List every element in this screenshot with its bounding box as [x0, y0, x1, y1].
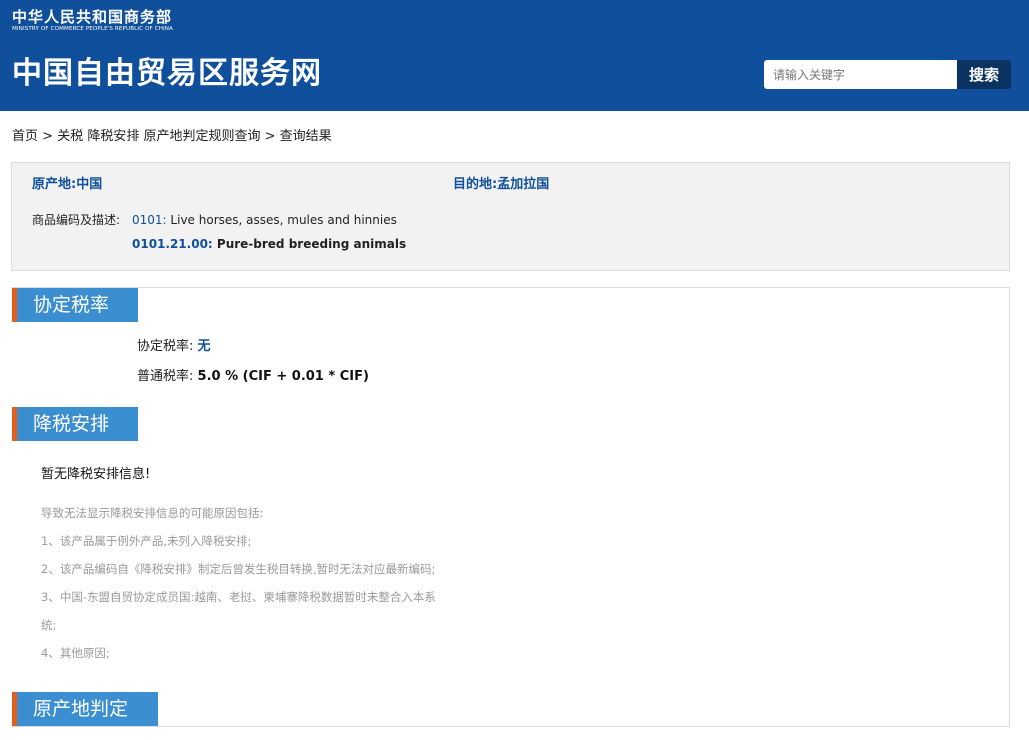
site-title[interactable]: 中国自由贸易区服务网: [12, 54, 322, 94]
general-rate-row: 普通税率: 5.0 % (CIF + 0.01 * CIF): [137, 368, 369, 386]
reason-item: 3、中国-东盟自贸协定成员国:越南、老挝、柬埔寨降税数据暂时未整合入本系: [41, 590, 436, 604]
destination-info: 目的地:孟加拉国: [453, 176, 549, 194]
search-input[interactable]: [764, 60, 957, 89]
search-button[interactable]: 搜索: [957, 60, 1011, 89]
reason-item: 2、该产品编码自《降税安排》制定后曾发生税目转换,暂时无法对应最新编码;: [41, 562, 436, 576]
reason-item: 统;: [41, 618, 57, 632]
heading-description: Live horses, asses, mules and hinnies: [170, 213, 397, 227]
agreed-rate-value: 无: [197, 339, 211, 354]
breadcrumb: 首页 > 关税 降税安排 原产地判定规则查询 > 查询结果: [12, 128, 332, 146]
reason-item: 4、其他原因;: [41, 646, 110, 660]
query-info-panel: 原产地:中国 目的地:孟加拉国 商品编码及描述: 0101: Live hors…: [11, 162, 1010, 271]
subheading-description: Pure-bred breeding animals: [216, 237, 407, 251]
ministry-name-cn: 中华人民共和国商务部: [12, 8, 173, 26]
destination-value: 孟加拉国: [497, 177, 550, 192]
destination-label: 目的地:: [453, 177, 498, 192]
breadcrumb-separator: >: [264, 129, 276, 144]
general-rate-label: 普通税率:: [137, 369, 194, 384]
breadcrumb-home[interactable]: 首页: [12, 129, 38, 144]
section-title-origin-determination: 原产地判定: [12, 692, 158, 726]
ministry-name-en: MINISTRY OF COMMERCE PEOPLE'S REPUBLIC O…: [12, 26, 173, 32]
goods-heading-line: 0101: Live horses, asses, mules and hinn…: [132, 212, 397, 228]
breadcrumb-separator: >: [42, 129, 54, 144]
subheading-code: 0101.21.00:: [132, 237, 213, 251]
goods-label: 商品编码及描述:: [32, 213, 121, 227]
reasons-intro: 导致无法显示降税安排信息的可能原因包括:: [41, 506, 264, 520]
section-title-tariff-reduction: 降税安排: [12, 407, 138, 441]
site-header: 中华人民共和国商务部 MINISTRY OF COMMERCE PEOPLE'S…: [0, 0, 1029, 111]
agreed-rate-label: 协定税率:: [137, 339, 194, 354]
origin-info: 原产地:中国: [32, 176, 102, 194]
breadcrumb-current: 查询结果: [279, 129, 332, 144]
section-title-agreed-rate: 协定税率: [12, 288, 138, 322]
agreed-rate-row: 协定税率: 无: [137, 338, 211, 356]
no-tariff-info-message: 暂无降税安排信息!: [41, 467, 151, 482]
origin-label: 原产地:: [32, 177, 77, 192]
breadcrumb-rules-query[interactable]: 关税 降税安排 原产地判定规则查询: [57, 129, 260, 144]
reason-item: 1、该产品属于例外产品,未列入降税安排;: [41, 534, 252, 548]
goods-subheading-line: 0101.21.00: Pure-bred breeding animals: [132, 236, 406, 252]
ministry-logo[interactable]: 中华人民共和国商务部 MINISTRY OF COMMERCE PEOPLE'S…: [12, 8, 173, 33]
general-rate-value: 5.0 % (CIF + 0.01 * CIF): [197, 369, 369, 384]
origin-value: 中国: [76, 177, 103, 192]
heading-code: 0101:: [132, 213, 167, 227]
